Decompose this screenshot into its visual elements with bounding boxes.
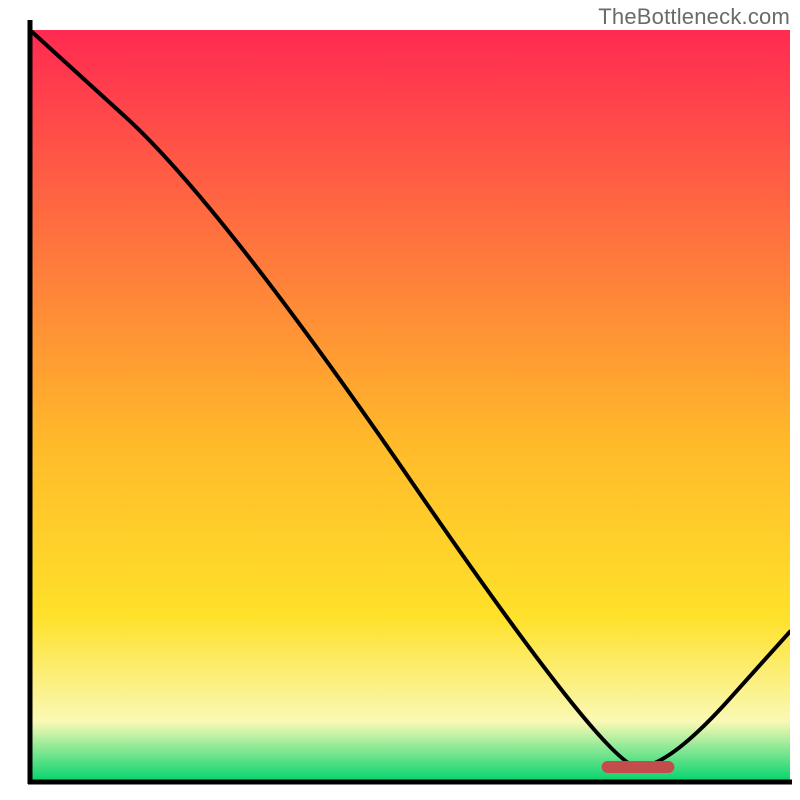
chart-svg xyxy=(0,0,800,800)
chart-frame: TheBottleneck.com xyxy=(0,0,800,800)
chart-background-gradient xyxy=(30,30,790,782)
